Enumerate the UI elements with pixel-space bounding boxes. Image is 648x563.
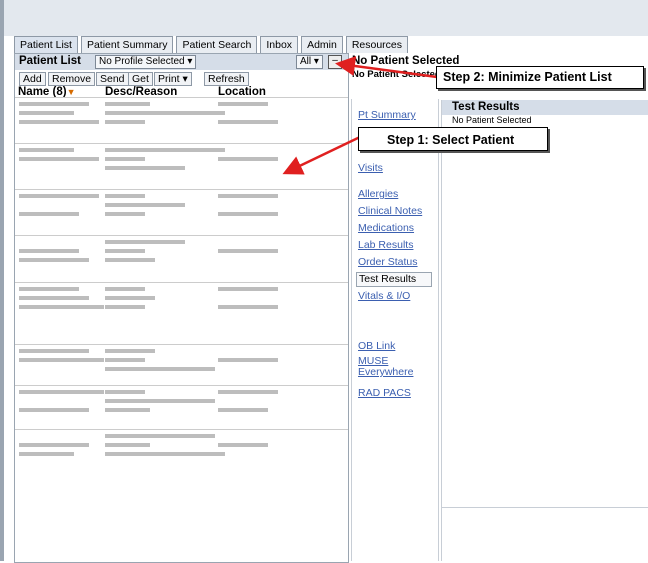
callout-step2: Step 2: Minimize Patient List <box>436 66 644 89</box>
arrow-step2 <box>335 56 438 79</box>
callout-step1: Step 1: Select Patient <box>358 127 548 151</box>
arrow-step1 <box>282 135 361 175</box>
